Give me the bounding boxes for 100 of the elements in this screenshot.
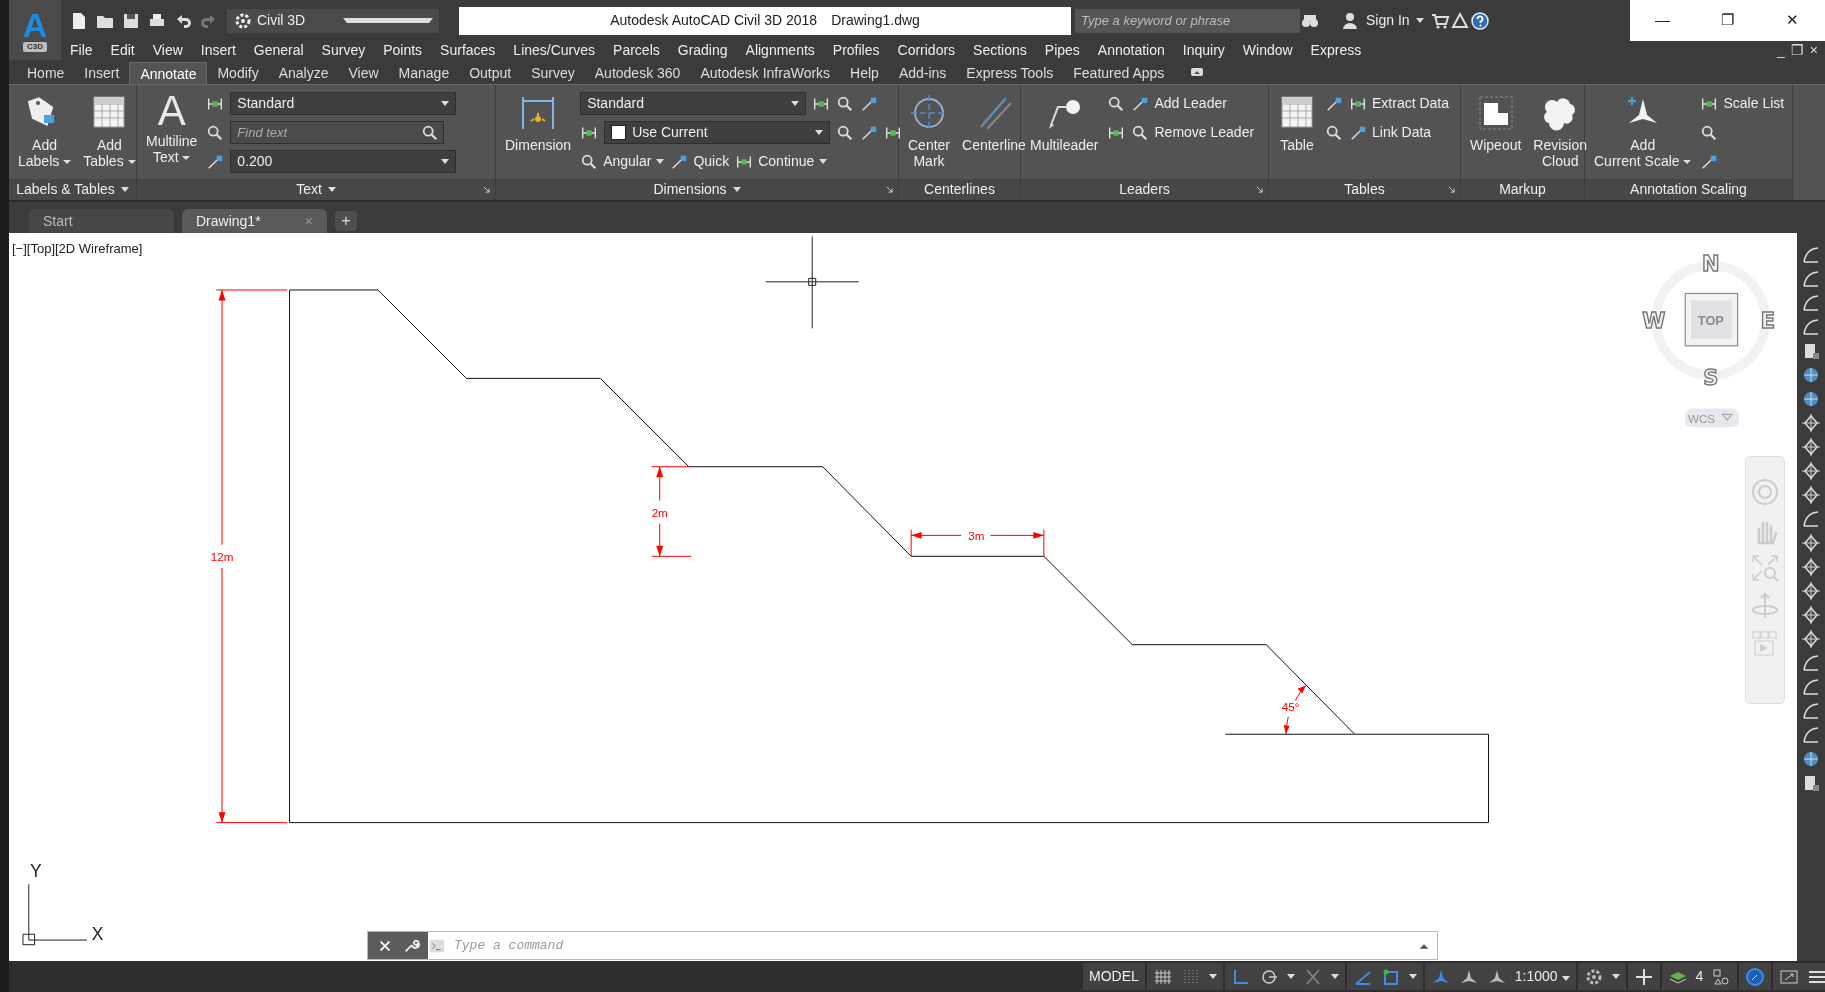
menu-item[interactable]: General <box>244 41 313 60</box>
menu-item[interactable]: Corridors <box>888 41 965 60</box>
menu-item[interactable]: Insert <box>191 41 245 60</box>
arc-icon[interactable] <box>1801 677 1821 697</box>
ribbon-tab[interactable]: Output <box>459 62 522 84</box>
ribbon-tab[interactable]: Insert <box>74 62 130 84</box>
search-field[interactable]: Type a keyword or phrase <box>1075 8 1300 33</box>
ribbon-tool-button[interactable]: Add Leader <box>1131 93 1227 114</box>
ribbon-tab[interactable]: View <box>338 62 389 84</box>
compass-letter[interactable]: W <box>1642 309 1666 334</box>
menu-item[interactable]: Edit <box>101 41 144 60</box>
arc-icon[interactable] <box>1801 245 1821 265</box>
ribbon-tool-button[interactable]: Multileader <box>1027 89 1102 179</box>
new-tab-button[interactable]: + <box>335 211 357 231</box>
dropdown[interactable]: Use Current <box>604 121 831 144</box>
globe-icon[interactable] <box>1801 389 1821 409</box>
ribbon-tab[interactable]: Autodesk InfraWorks <box>690 62 841 84</box>
compass-letter[interactable]: N <box>1702 252 1720 277</box>
ribbon-tool-button[interactable]: Scale List <box>1700 93 1785 114</box>
panel-title[interactable]: Dimensions <box>496 179 898 200</box>
ribbon-tab[interactable]: Featured Apps <box>1063 62 1175 84</box>
menu-item[interactable]: Surfaces <box>431 41 505 60</box>
menu-item[interactable]: Annotation <box>1088 41 1174 60</box>
ribbon-tool-button[interactable]: Add Current Scale <box>1591 89 1695 179</box>
dialog-launcher-icon[interactable] <box>483 186 490 193</box>
ribbon-tool-button[interactable]: Link Data <box>1349 122 1432 143</box>
node-cross-icon[interactable] <box>1801 581 1821 601</box>
close-button[interactable]: ✕ <box>1760 0 1825 41</box>
find-text-input[interactable]: Find text <box>231 122 422 143</box>
magnifier-icon[interactable] <box>836 123 855 142</box>
dropdown[interactable]: Standard <box>230 92 457 115</box>
menu-item[interactable]: Lines/Curves <box>504 41 605 60</box>
dropdown[interactable]: 0.200 <box>230 150 457 173</box>
panel-title[interactable]: Annotation Scaling <box>1585 179 1792 200</box>
ribbon-tool-button[interactable]: Center Mark <box>905 89 954 179</box>
ribbon-tool-button[interactable]: Continue <box>735 151 828 172</box>
dialog-launcher-icon[interactable] <box>1448 186 1455 193</box>
panel-title[interactable]: Centerlines <box>899 179 1020 200</box>
node-cross-icon[interactable] <box>1801 437 1821 457</box>
node-cross-icon[interactable] <box>1801 461 1821 481</box>
panel-title[interactable]: Leaders <box>1021 179 1268 200</box>
magnifier-icon[interactable] <box>1325 123 1343 142</box>
workspace-dropdown[interactable]: Civil 3D <box>227 8 439 33</box>
minimize-button[interactable]: — <box>1630 0 1695 41</box>
ribbon-tab[interactable]: Express Tools <box>956 62 1064 84</box>
help-icon[interactable] <box>1469 10 1490 31</box>
panel-title[interactable]: Text <box>137 179 495 200</box>
arc-icon[interactable] <box>1801 509 1821 529</box>
plus-icon[interactable] <box>1633 966 1654 987</box>
magnifier-icon[interactable] <box>836 94 855 113</box>
ribbon-tab[interactable]: Help <box>840 62 889 84</box>
restore-button[interactable]: ❐ <box>1695 0 1760 41</box>
magnifier-icon[interactable] <box>1700 123 1719 142</box>
isolate-circle-icon[interactable] <box>1745 966 1766 987</box>
dialog-launcher-icon[interactable] <box>886 186 893 193</box>
ribbon-tab[interactable]: Add-ins <box>888 62 957 84</box>
menu-item[interactable]: Express <box>1301 41 1371 60</box>
ribbon-tab[interactable]: Autodesk 360 <box>584 62 691 84</box>
arc-icon[interactable] <box>1801 725 1821 745</box>
ribbon-tab[interactable]: Home <box>17 62 75 84</box>
shapes-icon[interactable] <box>1711 966 1732 987</box>
ribbon-tool-button[interactable]: Remove Leader <box>1131 122 1255 143</box>
ribbon-tab[interactable]: Survey <box>521 62 585 84</box>
document-tab[interactable]: Start <box>29 209 174 233</box>
ribbon-tab[interactable]: Modify <box>207 62 269 84</box>
magnifier-icon[interactable] <box>206 123 225 142</box>
globe-icon[interactable] <box>1801 365 1821 385</box>
node-cross-icon[interactable] <box>1801 485 1821 505</box>
ribbon-tool-button[interactable]: Quick <box>670 151 730 172</box>
menu-item[interactable]: File <box>61 41 102 60</box>
ribbon-tool-button[interactable]: Angular <box>580 151 665 172</box>
menu-item[interactable]: Profiles <box>823 41 889 60</box>
ribbon-tab[interactable]: Manage <box>388 62 460 84</box>
menu-item[interactable]: Pipes <box>1035 41 1089 60</box>
ribbon-tool-button[interactable]: Centerline <box>959 89 1029 179</box>
restore-button[interactable]: ❐ <box>1789 41 1805 60</box>
ribbon-tool-button[interactable]: Wipeout <box>1467 89 1525 179</box>
triangle-network-icon[interactable] <box>1449 10 1470 31</box>
magnifier-icon[interactable] <box>1107 94 1126 113</box>
panel-title[interactable]: Markup <box>1461 179 1584 200</box>
menu-item[interactable]: View <box>143 41 192 60</box>
menu-item[interactable]: Inquiry <box>1173 41 1234 60</box>
ribbon-tool-button[interactable]: Dimension <box>502 89 575 179</box>
menu-item[interactable]: Points <box>374 41 432 60</box>
menu-item[interactable]: Grading <box>668 41 737 60</box>
viewport-controls-label[interactable]: [−][Top][2D Wireframe] <box>12 239 143 259</box>
ribbon-tab[interactable]: Annotate <box>129 62 208 84</box>
find-text-field[interactable]: Find text <box>230 121 445 144</box>
menu-item[interactable]: Sections <box>964 41 1036 60</box>
ribbon-tool-button[interactable]: Table <box>1275 89 1319 179</box>
menu-item[interactable]: Window <box>1233 41 1302 60</box>
arc-icon[interactable] <box>1801 701 1821 721</box>
menu-item[interactable]: Alignments <box>736 41 824 60</box>
node-cross-icon[interactable] <box>1801 629 1821 649</box>
ribbon-tool-button[interactable]: Add Labels <box>15 89 75 179</box>
compass-letter[interactable]: S <box>1703 366 1719 391</box>
magnifier-icon[interactable] <box>421 123 440 142</box>
arc-icon[interactable] <box>1801 317 1821 337</box>
close-button[interactable]: × <box>1808 41 1819 60</box>
arc-icon[interactable] <box>1801 269 1821 289</box>
